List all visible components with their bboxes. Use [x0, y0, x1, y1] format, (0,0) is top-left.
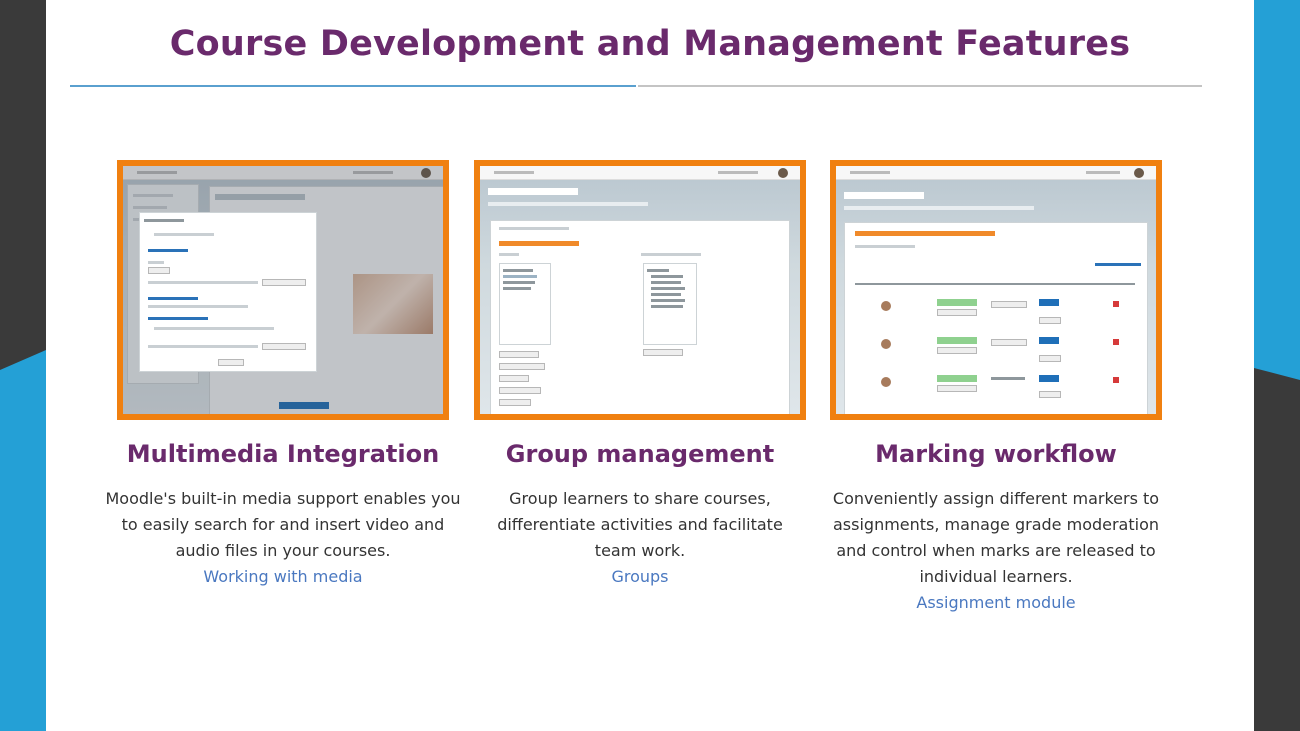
title-divider-gray [638, 85, 1202, 87]
group-management-screenshot [474, 160, 806, 420]
card-title: Group management [505, 440, 775, 468]
groups-link[interactable]: Groups [474, 564, 806, 590]
assignment-module-link[interactable]: Assignment module [816, 590, 1176, 616]
right-side-decoration [1254, 0, 1300, 731]
left-side-decoration [0, 0, 46, 731]
working-with-media-link[interactable]: Working with media [103, 564, 463, 590]
card-multimedia-integration: Multimedia Integration Moodle's built-in… [105, 160, 461, 590]
slide-title: Course Development and Management Featur… [169, 24, 1131, 64]
card-group-management: Group management Group learners to share… [474, 160, 806, 590]
card-description: Group learners to share courses, differe… [497, 489, 783, 560]
multimedia-screenshot [117, 160, 449, 420]
card-marking-workflow: Marking workflow Conveniently assign dif… [830, 160, 1162, 616]
card-description: Moodle's built-in media support enables … [105, 489, 461, 560]
title-divider-blue [70, 85, 636, 87]
card-description: Conveniently assign different markers to… [832, 489, 1160, 586]
card-title: Marking workflow [875, 440, 1117, 468]
marking-workflow-screenshot [830, 160, 1162, 420]
card-title: Multimedia Integration [126, 440, 440, 468]
